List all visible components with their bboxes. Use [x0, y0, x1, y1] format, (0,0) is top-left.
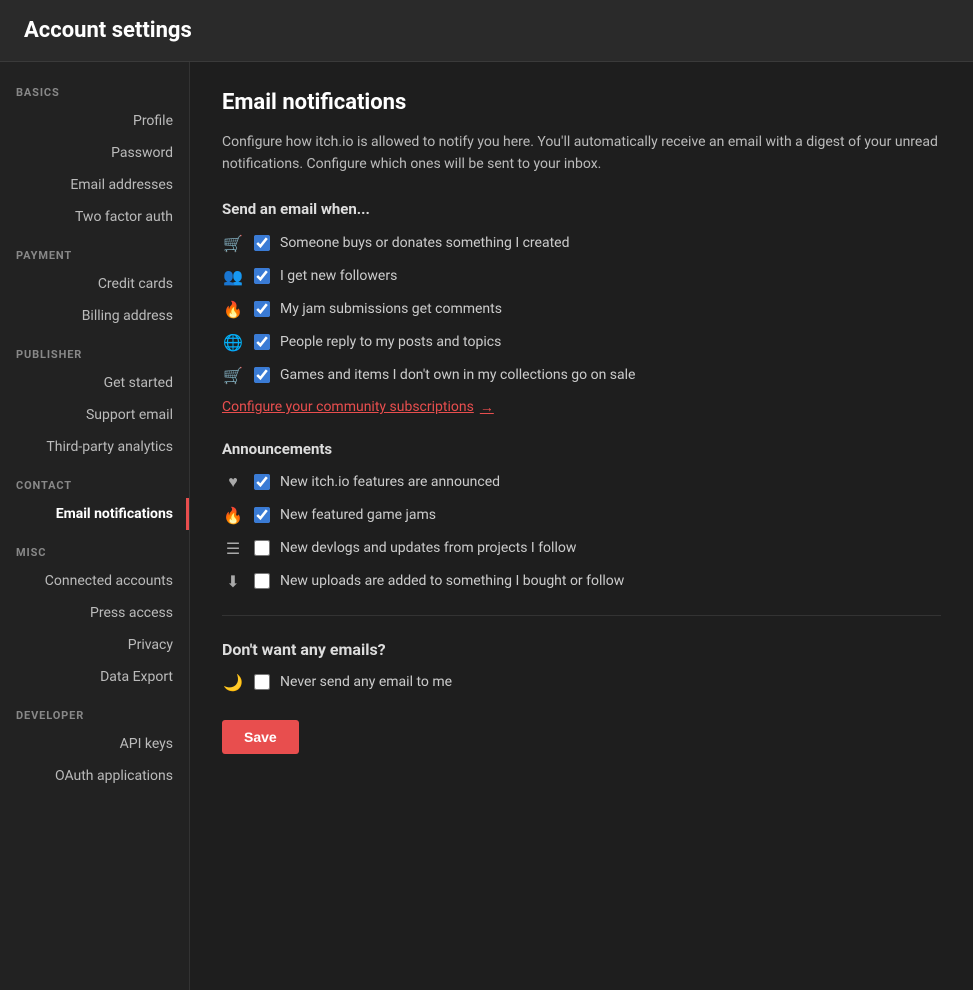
devlogs-icon: ☰: [222, 539, 244, 558]
new-uploads-label[interactable]: New uploads are added to something I bou…: [280, 573, 624, 589]
new-followers-checkbox[interactable]: [254, 268, 270, 284]
reply-posts-checkbox[interactable]: [254, 334, 270, 350]
send-when-list: 🛒 Someone buys or donates something I cre…: [222, 234, 941, 385]
sidebar-section-misc: MISC: [0, 530, 189, 565]
sidebar-item-billing-address[interactable]: Billing address: [0, 300, 189, 332]
main-content: Email notifications Configure how itch.i…: [190, 62, 973, 990]
never-send-label[interactable]: Never send any email to me: [280, 674, 452, 690]
sidebar-item-support-email[interactable]: Support email: [0, 399, 189, 431]
main-layout: BASICSProfilePasswordEmail addressesTwo …: [0, 62, 973, 990]
new-uploads-icon: ⬇: [222, 572, 244, 591]
announcement-row-featured-jams: 🔥 New featured game jams: [222, 506, 941, 525]
announcement-row-new-uploads: ⬇ New uploads are added to something I bo…: [222, 572, 941, 591]
new-features-label[interactable]: New itch.io features are announced: [280, 474, 500, 490]
sidebar-item-third-party-analytics[interactable]: Third-party analytics: [0, 431, 189, 463]
jam-comments-label[interactable]: My jam submissions get comments: [280, 301, 502, 317]
sidebar-item-profile[interactable]: Profile: [0, 105, 189, 137]
announcements-heading: Announcements: [222, 440, 941, 458]
app-header: Account settings: [0, 0, 973, 62]
sidebar-section-contact: CONTACT: [0, 463, 189, 498]
send-when-row-games-sale: 🛒 Games and items I don't own in my colle…: [222, 366, 941, 385]
sidebar-item-privacy[interactable]: Privacy: [0, 629, 189, 661]
sidebar-item-press-access[interactable]: Press access: [0, 597, 189, 629]
never-send-row: 🌙 Never send any email to me: [222, 673, 941, 692]
sidebar-item-credit-cards[interactable]: Credit cards: [0, 268, 189, 300]
announcement-row-devlogs: ☰ New devlogs and updates from projects I…: [222, 539, 941, 558]
sidebar-item-connected-accounts[interactable]: Connected accounts: [0, 565, 189, 597]
save-area: Save: [222, 712, 941, 754]
save-button[interactable]: Save: [222, 720, 299, 754]
sidebar-item-oauth-applications[interactable]: OAuth applications: [0, 760, 189, 792]
reply-posts-icon: 🌐: [222, 333, 244, 352]
devlogs-label[interactable]: New devlogs and updates from projects I …: [280, 540, 576, 556]
jam-comments-checkbox[interactable]: [254, 301, 270, 317]
app-title: Account settings: [24, 18, 949, 43]
new-followers-icon: 👥: [222, 267, 244, 286]
featured-jams-icon: 🔥: [222, 506, 244, 525]
featured-jams-checkbox[interactable]: [254, 507, 270, 523]
sidebar-section-developer: DEVELOPER: [0, 693, 189, 728]
page-title: Email notifications: [222, 90, 941, 115]
sidebar: BASICSProfilePasswordEmail addressesTwo …: [0, 62, 190, 990]
announcements-list: ♥ New itch.io features are announced 🔥 New …: [222, 472, 941, 591]
send-when-row-new-followers: 👥 I get new followers: [222, 267, 941, 286]
send-when-row-reply-posts: 🌐 People reply to my posts and topics: [222, 333, 941, 352]
sidebar-item-data-export[interactable]: Data Export: [0, 661, 189, 693]
divider: [222, 615, 941, 616]
dont-want-heading: Don't want any emails?: [222, 640, 941, 659]
send-when-heading: Send an email when...: [222, 200, 941, 218]
sidebar-item-api-keys[interactable]: API keys: [0, 728, 189, 760]
sidebar-section-basics: BASICS: [0, 70, 189, 105]
announcement-row-new-features: ♥ New itch.io features are announced: [222, 472, 941, 492]
buys-donates-icon: 🛒: [222, 234, 244, 253]
games-sale-checkbox[interactable]: [254, 367, 270, 383]
new-features-icon: ♥: [222, 472, 244, 492]
featured-jams-label[interactable]: New featured game jams: [280, 507, 436, 523]
sidebar-item-two-factor-auth[interactable]: Two factor auth: [0, 201, 189, 233]
page-description: Configure how itch.io is allowed to noti…: [222, 131, 941, 176]
new-followers-label[interactable]: I get new followers: [280, 268, 397, 284]
buys-donates-checkbox[interactable]: [254, 235, 270, 251]
new-features-checkbox[interactable]: [254, 474, 270, 490]
sidebar-section-payment: PAYMENT: [0, 233, 189, 268]
never-send-checkbox[interactable]: [254, 674, 270, 690]
games-sale-label[interactable]: Games and items I don't own in my collec…: [280, 367, 635, 383]
games-sale-icon: 🛒: [222, 366, 244, 385]
buys-donates-label[interactable]: Someone buys or donates something I crea…: [280, 235, 569, 251]
moon-icon: 🌙: [222, 673, 244, 692]
sidebar-item-email-addresses[interactable]: Email addresses: [0, 169, 189, 201]
reply-posts-label[interactable]: People reply to my posts and topics: [280, 334, 501, 350]
jam-comments-icon: 🔥: [222, 300, 244, 319]
send-when-row-buys-donates: 🛒 Someone buys or donates something I cre…: [222, 234, 941, 253]
sidebar-item-email-notifications[interactable]: Email notifications: [0, 498, 189, 530]
configure-community-link[interactable]: Configure your community subscriptions →: [222, 399, 494, 416]
devlogs-checkbox[interactable]: [254, 540, 270, 556]
sidebar-section-publisher: PUBLISHER: [0, 332, 189, 367]
sidebar-item-get-started[interactable]: Get started: [0, 367, 189, 399]
send-when-row-jam-comments: 🔥 My jam submissions get comments: [222, 300, 941, 319]
sidebar-item-password[interactable]: Password: [0, 137, 189, 169]
new-uploads-checkbox[interactable]: [254, 573, 270, 589]
